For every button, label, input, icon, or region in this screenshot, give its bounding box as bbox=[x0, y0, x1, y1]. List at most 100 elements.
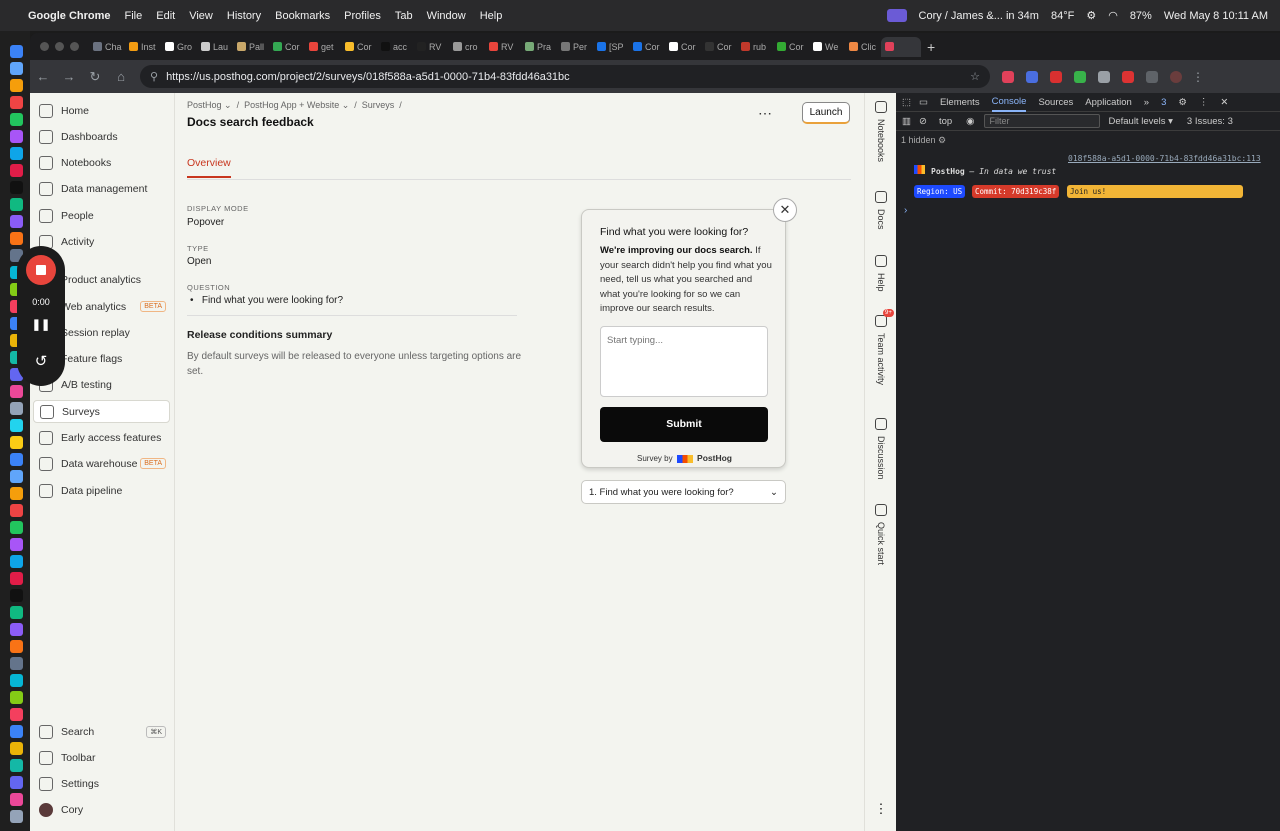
dock-app-icon[interactable] bbox=[10, 776, 23, 789]
browser-tab[interactable]: acc bbox=[377, 37, 411, 57]
browser-tab[interactable]: get bbox=[305, 37, 339, 57]
calendar-event[interactable]: Cory / James &... in 34m bbox=[919, 10, 1039, 22]
more-tabs-icon[interactable]: » bbox=[1144, 97, 1149, 108]
sidebar-item-search[interactable]: Search ⌘K bbox=[33, 720, 170, 743]
dock-app-icon[interactable] bbox=[10, 419, 23, 432]
join-badge[interactable]: Join us! bbox=[1067, 185, 1243, 198]
forward-icon[interactable]: → bbox=[56, 69, 82, 84]
sidebar-item-toolbar[interactable]: Toolbar bbox=[33, 746, 170, 769]
console-filter-input[interactable]: Filter bbox=[984, 114, 1101, 128]
breadcrumb-org[interactable]: PostHog bbox=[187, 100, 222, 110]
stop-recording-button[interactable] bbox=[26, 255, 56, 285]
dock-app-icon[interactable] bbox=[10, 130, 23, 143]
close-window-button[interactable] bbox=[40, 42, 49, 51]
menu-history[interactable]: History bbox=[227, 10, 261, 22]
browser-tab[interactable]: Cor bbox=[629, 37, 663, 57]
home-icon[interactable]: ⌂ bbox=[108, 69, 134, 84]
sidebar-item-data-warehouse[interactable]: Data warehouse BETA bbox=[33, 452, 170, 475]
devtools-tab-elements[interactable]: Elements bbox=[940, 97, 980, 108]
rail-docs[interactable]: Docs bbox=[865, 191, 897, 230]
browser-tab[interactable]: Gro bbox=[161, 37, 195, 57]
menu-tab[interactable]: Tab bbox=[395, 10, 413, 22]
battery-level[interactable]: 87% bbox=[1130, 10, 1152, 22]
dock-app-icon[interactable] bbox=[10, 96, 23, 109]
close-icon[interactable]: ✕ bbox=[1220, 97, 1228, 108]
profile-avatar[interactable] bbox=[1170, 70, 1182, 83]
restart-icon[interactable]: ↺ bbox=[17, 352, 65, 370]
dock-app-icon[interactable] bbox=[10, 725, 23, 738]
dock-app-icon[interactable] bbox=[10, 215, 23, 228]
sidebar-item-notebooks[interactable]: Notebooks bbox=[33, 151, 170, 174]
browser-tab[interactable]: We bbox=[809, 37, 843, 57]
extension-icon[interactable] bbox=[1050, 70, 1062, 83]
dock-app-icon[interactable] bbox=[10, 606, 23, 619]
menu-profiles[interactable]: Profiles bbox=[344, 10, 381, 22]
menu-edit[interactable]: Edit bbox=[156, 10, 175, 22]
rail-help[interactable]: Help bbox=[865, 255, 897, 292]
sidebar-item-surveys[interactable]: Surveys bbox=[33, 400, 170, 423]
menu-file[interactable]: File bbox=[125, 10, 143, 22]
dock-app-icon[interactable] bbox=[10, 589, 23, 602]
browser-tab[interactable]: cro bbox=[449, 37, 483, 57]
dock-app-icon[interactable] bbox=[10, 504, 23, 517]
new-tab-button[interactable]: + bbox=[927, 39, 935, 55]
browser-tab[interactable]: Cor bbox=[701, 37, 735, 57]
browser-tab[interactable]: rub bbox=[737, 37, 771, 57]
browser-tab[interactable]: Cor bbox=[665, 37, 699, 57]
log-source-link[interactable]: 018f588a-a5d1-0000-71b4-83fdd46a31bc:113 bbox=[1068, 154, 1261, 163]
browser-tab[interactable]: Cor bbox=[341, 37, 375, 57]
back-icon[interactable]: ← bbox=[30, 69, 56, 84]
dock-app-icon[interactable] bbox=[10, 232, 23, 245]
minimize-window-button[interactable] bbox=[55, 42, 64, 51]
zoom-window-button[interactable] bbox=[70, 42, 79, 51]
dock-app-icon[interactable] bbox=[10, 521, 23, 534]
dock-app-icon[interactable] bbox=[10, 657, 23, 670]
browser-menu-icon[interactable]: ⋮ bbox=[1192, 70, 1204, 84]
sidebar-item-settings[interactable]: Settings bbox=[33, 772, 170, 795]
log-levels-select[interactable]: Default levels ▾ bbox=[1108, 116, 1172, 127]
dock-app-icon[interactable] bbox=[10, 759, 23, 772]
extension-icon[interactable] bbox=[1074, 70, 1086, 83]
reload-icon[interactable]: ↻ bbox=[82, 69, 108, 85]
address-bar[interactable]: ⚲ https://us.posthog.com/project/2/surve… bbox=[140, 65, 990, 88]
context-select[interactable]: top bbox=[939, 116, 952, 127]
dock-app-icon[interactable] bbox=[10, 181, 23, 194]
menu-bookmarks[interactable]: Bookmarks bbox=[275, 10, 330, 22]
dock-app-icon[interactable] bbox=[10, 385, 23, 398]
dock-app-icon[interactable] bbox=[10, 62, 23, 75]
browser-tab[interactable]: Cor bbox=[773, 37, 807, 57]
more-options-icon[interactable]: ⋮ bbox=[865, 801, 897, 817]
more-options-icon[interactable]: ⋯ bbox=[758, 105, 772, 122]
dock-app-icon[interactable] bbox=[10, 79, 23, 92]
dock-app-icon[interactable] bbox=[10, 572, 23, 585]
menu-view[interactable]: View bbox=[189, 10, 213, 22]
extension-icon[interactable] bbox=[1098, 70, 1110, 83]
browser-tab[interactable]: Inst bbox=[125, 37, 159, 57]
clear-console-icon[interactable]: ⊘ bbox=[919, 116, 927, 127]
sidebar-item-dashboards[interactable]: Dashboards bbox=[33, 125, 170, 148]
console-prompt[interactable]: › bbox=[904, 205, 907, 216]
devtools-menu-icon[interactable]: ⋮ bbox=[1199, 97, 1209, 108]
sidebar-item-data-management[interactable]: Data management bbox=[33, 177, 170, 200]
dock-app-icon[interactable] bbox=[10, 436, 23, 449]
clock[interactable]: Wed May 8 10:11 AM bbox=[1164, 10, 1268, 22]
dock-app-icon[interactable] bbox=[10, 810, 23, 823]
rail-notebooks[interactable]: Notebooks bbox=[865, 101, 897, 162]
dock-app-icon[interactable] bbox=[10, 691, 23, 704]
menu-window[interactable]: Window bbox=[427, 10, 466, 22]
devtools-tab-sources[interactable]: Sources bbox=[1038, 97, 1073, 108]
eye-icon[interactable]: ◉ bbox=[966, 116, 974, 127]
browser-tab[interactable]: RV bbox=[485, 37, 519, 57]
devtools-tab-application[interactable]: Application bbox=[1085, 97, 1131, 108]
close-icon[interactable]: ✕ bbox=[773, 198, 797, 222]
dock-app-icon[interactable] bbox=[10, 623, 23, 636]
devtools-tab-console[interactable]: Console bbox=[991, 96, 1027, 112]
browser-tab[interactable]: Per bbox=[557, 37, 591, 57]
extension-icon[interactable] bbox=[1026, 70, 1038, 83]
dock-app-icon[interactable] bbox=[10, 708, 23, 721]
wifi-icon[interactable]: ◠ bbox=[1108, 9, 1118, 22]
sidebar-item-early-access-features[interactable]: Early access features bbox=[33, 426, 170, 449]
browser-tab[interactable]: [SP bbox=[593, 37, 627, 57]
dock-app-icon[interactable] bbox=[10, 640, 23, 653]
dock-app-icon[interactable] bbox=[10, 470, 23, 483]
